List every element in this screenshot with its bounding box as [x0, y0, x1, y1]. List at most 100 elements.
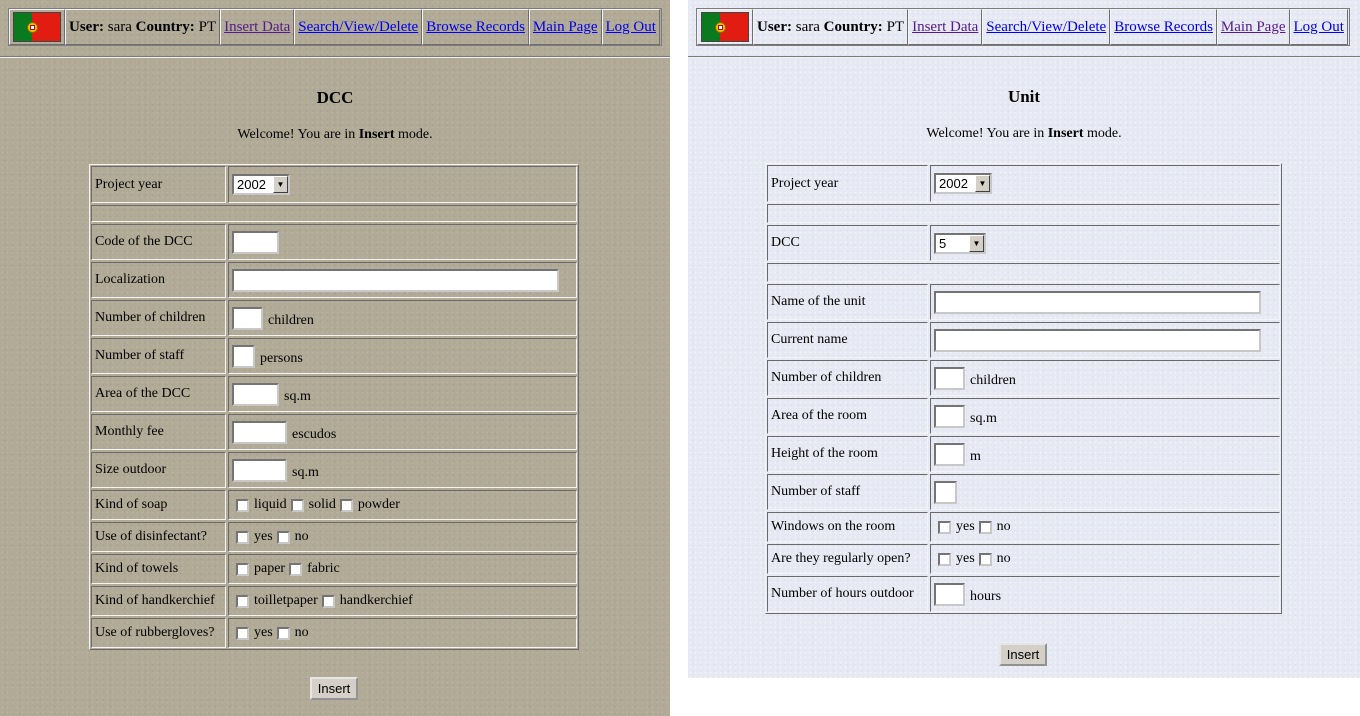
- user-name: sara: [795, 18, 820, 35]
- dropdown-arrow-icon: ▼: [273, 176, 288, 193]
- form-row-area: Area of the DCC sq.m: [91, 376, 577, 412]
- field-label: Windows on the room: [767, 512, 928, 542]
- nav-link-log-out[interactable]: Log Out: [606, 19, 656, 36]
- form-separator: [767, 204, 1280, 223]
- open-yes-checkbox[interactable]: [938, 552, 951, 566]
- towels-paper-checkbox[interactable]: [236, 562, 249, 576]
- field-label: Name of the unit: [767, 284, 928, 320]
- field-label: Number of staff: [767, 474, 928, 510]
- field-label: Height of the room: [767, 436, 928, 472]
- disinfectant-no-checkbox[interactable]: [276, 530, 290, 544]
- field-label: Project year: [767, 165, 928, 202]
- form-row-dcc: DCC 5 ▼: [767, 225, 1280, 261]
- form-row-towels: Kind of towels paper fabric: [91, 554, 577, 584]
- nav-link-search-view-delete[interactable]: Search/View/Delete: [298, 19, 418, 36]
- soap-powder-checkbox[interactable]: [339, 498, 353, 512]
- form-row-current-name: Current name: [767, 322, 1280, 358]
- soap-solid-checkbox[interactable]: [290, 498, 304, 512]
- form-row-children: Number of children children: [767, 360, 1280, 396]
- unit-name-input[interactable]: [934, 290, 1261, 314]
- localization-input[interactable]: [232, 268, 559, 292]
- header-divider: [688, 56, 1360, 58]
- form-row-unit-name: Name of the unit: [767, 284, 1280, 320]
- windows-yes-checkbox[interactable]: [938, 520, 951, 534]
- nav-link-search-view-delete[interactable]: Search/View/Delete: [986, 19, 1106, 36]
- form-separator: [91, 205, 577, 222]
- dropdown-arrow-icon: ▼: [975, 175, 990, 192]
- nav-link-log-out[interactable]: Log Out: [1294, 19, 1344, 36]
- room-height-input[interactable]: [934, 442, 965, 466]
- form-row-outdoor-hours: Number of hours outdoor hours: [767, 576, 1280, 612]
- portugal-flag-icon: [13, 12, 61, 42]
- portugal-flag-icon: [701, 12, 749, 42]
- children-count-input[interactable]: [232, 306, 263, 330]
- room-area-input[interactable]: [934, 404, 965, 428]
- unit-label: sq.m: [284, 389, 311, 404]
- nav-link-main-page[interactable]: Main Page: [533, 19, 598, 36]
- current-name-input[interactable]: [934, 328, 1261, 352]
- field-label: Number of children: [91, 300, 226, 336]
- field-label: Use of rubbergloves?: [91, 618, 226, 648]
- handkerchief-toiletpaper-checkbox[interactable]: [236, 594, 249, 608]
- staff-count-input[interactable]: [232, 344, 255, 368]
- outdoor-hours-input[interactable]: [934, 582, 965, 606]
- open-no-checkbox[interactable]: [978, 552, 992, 566]
- form-row-disinfectant: Use of disinfectant? yes no: [91, 522, 577, 552]
- unit-form-table: Project year 2002 ▼ DCC 5 ▼ Name of the …: [765, 163, 1282, 614]
- unit-label: children: [268, 313, 314, 328]
- form-row-rubbergloves: Use of rubbergloves? yes no: [91, 618, 577, 648]
- nav-link-insert-data[interactable]: Insert Data: [912, 19, 978, 36]
- children-count-input[interactable]: [934, 366, 965, 390]
- staff-count-input[interactable]: [934, 480, 957, 504]
- unit-label: persons: [260, 351, 303, 366]
- rubbergloves-no-checkbox[interactable]: [276, 626, 290, 640]
- form-row-staff: Number of staff persons: [91, 338, 577, 374]
- form-row-regularly-open: Are they regularly open? yes no: [767, 544, 1280, 574]
- field-label: Are they regularly open?: [767, 544, 928, 574]
- flag-cell: [697, 9, 753, 45]
- monthly-fee-input[interactable]: [232, 420, 287, 444]
- country-code: PT: [886, 18, 905, 35]
- project-year-select[interactable]: 2002 ▼: [232, 174, 290, 195]
- outdoor-size-input[interactable]: [232, 458, 287, 482]
- rubbergloves-yes-checkbox[interactable]: [236, 626, 249, 640]
- dcc-select[interactable]: 5 ▼: [934, 232, 986, 254]
- top-navigation-bar: User: sara Country: PT Insert Data Searc…: [8, 8, 662, 46]
- country-code: PT: [198, 18, 217, 35]
- dcc-area-input[interactable]: [232, 382, 279, 406]
- handkerchief-handkerchief-checkbox[interactable]: [321, 594, 335, 608]
- dcc-code-input[interactable]: [232, 230, 279, 254]
- field-label: Number of children: [767, 360, 928, 396]
- nav-link-main-page[interactable]: Main Page: [1221, 19, 1286, 36]
- soap-liquid-checkbox[interactable]: [236, 498, 249, 512]
- dropdown-arrow-icon: ▼: [969, 234, 984, 252]
- form-row-children: Number of children children: [91, 300, 577, 336]
- page-title: Unit: [1007, 87, 1041, 106]
- field-label: Current name: [767, 322, 928, 358]
- field-label: Kind of soap: [91, 490, 226, 520]
- disinfectant-yes-checkbox[interactable]: [236, 530, 249, 544]
- insert-button[interactable]: Insert: [310, 677, 358, 700]
- form-row-room-height: Height of the room m: [767, 436, 1280, 472]
- nav-link-browse-records[interactable]: Browse Records: [426, 19, 525, 36]
- nav-link-browse-records[interactable]: Browse Records: [1114, 19, 1213, 36]
- form-row-localization: Localization: [91, 262, 577, 298]
- field-label: Number of hours outdoor: [767, 576, 928, 612]
- unit-label: hours: [970, 589, 1002, 604]
- unit-label: sq.m: [292, 465, 319, 480]
- unit-label: sq.m: [970, 411, 997, 426]
- top-navigation-bar: User: sara Country: PT Insert Data Searc…: [696, 8, 1350, 46]
- project-year-select[interactable]: 2002 ▼: [934, 173, 992, 194]
- towels-fabric-checkbox[interactable]: [289, 562, 303, 576]
- field-label: Number of staff: [91, 338, 226, 374]
- dcc-insert-page: User: sara Country: PT Insert Data Searc…: [0, 0, 670, 716]
- windows-no-checkbox[interactable]: [978, 520, 992, 534]
- insert-button[interactable]: Insert: [999, 643, 1047, 666]
- field-label: Project year: [91, 166, 226, 203]
- user-info: User: sara Country: PT: [65, 9, 221, 45]
- page-title: DCC: [316, 88, 354, 107]
- country-label: Country:: [135, 18, 195, 35]
- form-row-project-year: Project year 2002 ▼: [91, 166, 577, 203]
- unit-label: children: [970, 373, 1016, 388]
- nav-link-insert-data[interactable]: Insert Data: [224, 19, 290, 36]
